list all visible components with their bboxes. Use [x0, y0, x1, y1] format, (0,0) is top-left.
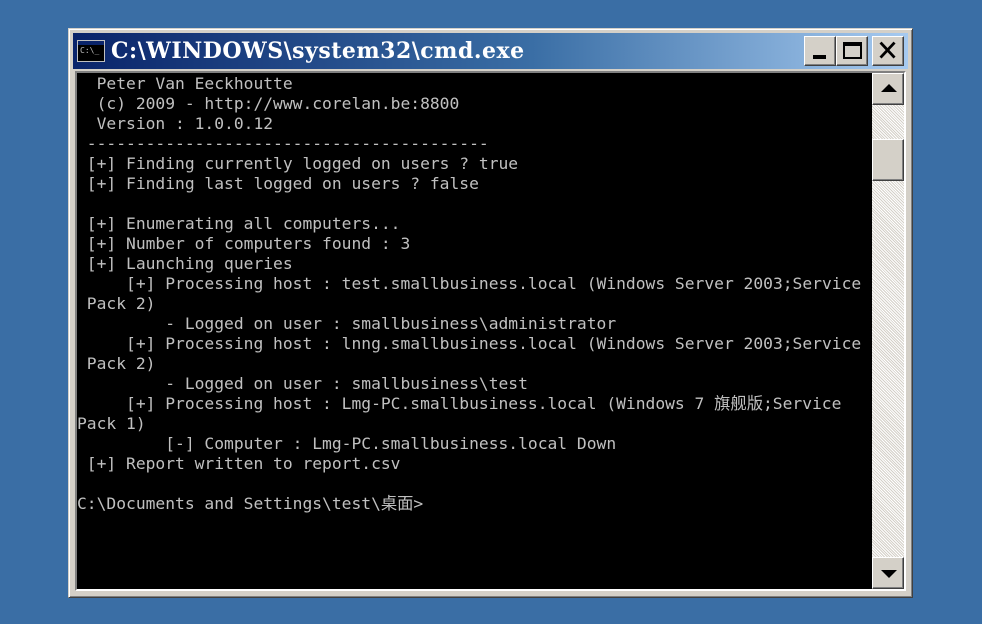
console-client-area: Peter Van Eeckhoutte (c) 2009 - http://w… [75, 71, 906, 591]
window-controls [804, 36, 904, 66]
console-line: [+] Enumerating all computers... [77, 214, 401, 233]
maximize-button[interactable] [836, 36, 868, 66]
down-arrow-icon [881, 570, 897, 578]
icon-titlebar-strip [78, 41, 104, 45]
console-line: - Logged on user : smallbusiness\adminis… [77, 314, 617, 333]
console-line: [+] Processing host : lnng.smallbusiness… [77, 334, 862, 353]
minimize-icon [813, 55, 826, 59]
minimize-button[interactable] [804, 36, 836, 66]
console-line: Version : 1.0.0.12 [77, 114, 274, 133]
scroll-thumb[interactable] [872, 139, 904, 181]
console-line: [+] Report written to report.csv [77, 454, 401, 473]
up-arrow-icon [881, 84, 897, 92]
scroll-down-button[interactable] [872, 557, 904, 589]
window-title: C:\WINDOWS\system32\cmd.exe [111, 38, 525, 64]
maximize-icon [843, 42, 862, 59]
console-line: [-] Computer : Lmg-PC.smallbusiness.loca… [77, 434, 617, 453]
scroll-up-button[interactable] [872, 73, 904, 105]
close-button[interactable] [872, 36, 904, 66]
console-output[interactable]: Peter Van Eeckhoutte (c) 2009 - http://w… [77, 73, 876, 589]
cmd-console-icon[interactable]: C:\_ [77, 40, 105, 62]
console-line: [+] Processing host : test.smallbusiness… [77, 274, 862, 293]
close-icon [879, 41, 896, 59]
console-line: - Logged on user : smallbusiness\test [77, 374, 528, 393]
cmd-window: C:\_ C:\WINDOWS\system32\cmd.exe Peter V… [68, 28, 913, 598]
vertical-scrollbar[interactable] [872, 73, 904, 589]
console-line: ----------------------------------------… [77, 134, 489, 153]
console-line: [+] Processing host : Lmg-PC.smallbusine… [77, 394, 842, 413]
console-line: Peter Van Eeckhoutte [77, 74, 293, 93]
desktop-background: C:\_ C:\WINDOWS\system32\cmd.exe Peter V… [0, 0, 982, 624]
console-line: [+] Finding currently logged on users ? … [77, 154, 519, 173]
title-bar[interactable]: C:\_ C:\WINDOWS\system32\cmd.exe [73, 33, 908, 69]
console-line: (c) 2009 - http://www.corelan.be:8800 [77, 94, 460, 113]
console-line: Pack 2) [77, 354, 156, 373]
console-line: [+] Number of computers found : 3 [77, 234, 411, 253]
icon-prompt-text: C:\_ [80, 46, 100, 55]
console-line: Pack 2) [77, 294, 156, 313]
console-line: C:\Documents and Settings\test\桌面> [77, 494, 424, 513]
console-line: Pack 1) [77, 414, 146, 433]
console-line: [+] Finding last logged on users ? false [77, 174, 479, 193]
console-line: [+] Launching queries [77, 254, 293, 273]
